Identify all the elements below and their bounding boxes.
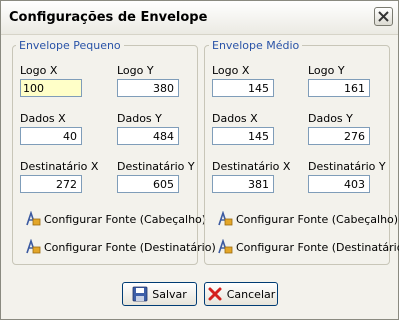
dados-x-label: Dados X (212, 112, 258, 125)
configure-recipient-font-label: Configurar Fonte (Destinatário) (44, 240, 216, 254)
group-title-medio: Envelope Médio (209, 39, 303, 52)
destinatario-y-input[interactable]: 605 (117, 175, 179, 193)
configure-recipient-font-label: Configurar Fonte (Destinatário) (236, 240, 399, 254)
logo-x-input[interactable]: 145 (212, 79, 274, 97)
cancel-label: Cancelar (226, 287, 276, 301)
window-title: Configurações de Envelope (9, 10, 208, 25)
destinatario-y-label: Destinatário Y (117, 160, 195, 173)
cancel-button[interactable]: Cancelar (204, 282, 278, 306)
logo-y-input[interactable]: 380 (117, 79, 179, 97)
font-config-icon (26, 239, 41, 254)
logo-x-label: Logo X (212, 64, 250, 77)
dados-y-label: Dados Y (117, 112, 162, 125)
group-title-pequeno: Envelope Pequeno (16, 39, 124, 52)
title-bar: Configurações de Envelope (1, 1, 398, 35)
dados-x-input[interactable]: 145 (212, 127, 274, 145)
font-config-icon (218, 239, 233, 254)
configure-header-font-label: Configurar Fonte (Cabeçalho) (236, 212, 399, 226)
dados-y-input[interactable]: 276 (308, 127, 370, 145)
logo-x-input[interactable]: 100 (20, 79, 82, 97)
destinatario-x-label: Destinatário X (212, 160, 291, 173)
dados-y-label: Dados Y (308, 112, 353, 125)
logo-y-input[interactable]: 161 (308, 79, 370, 97)
dados-y-input[interactable]: 484 (117, 127, 179, 145)
logo-x-label: Logo X (20, 64, 58, 77)
floppy-disk-icon (132, 286, 148, 302)
group-envelope-pequeno (12, 45, 198, 265)
close-x-icon (378, 11, 389, 22)
logo-y-label: Logo Y (308, 64, 345, 77)
dados-x-label: Dados X (20, 112, 66, 125)
logo-y-label: Logo Y (117, 64, 154, 77)
destinatario-x-input[interactable]: 272 (20, 175, 82, 193)
save-label: Salvar (152, 287, 187, 301)
destinatario-x-label: Destinatário X (20, 160, 99, 173)
configure-recipient-font-link[interactable]: Configurar Fonte (Destinatário) (217, 239, 399, 255)
font-config-icon (218, 211, 233, 226)
destinatario-x-input[interactable]: 381 (212, 175, 274, 193)
group-envelope-medio (204, 45, 390, 265)
red-x-icon (208, 287, 222, 301)
configure-recipient-font-link[interactable]: Configurar Fonte (Destinatário) (25, 239, 216, 255)
configure-header-font-link[interactable]: Configurar Fonte (Cabeçalho) (25, 211, 206, 227)
destinatario-y-label: Destinatário Y (308, 160, 386, 173)
close-button[interactable] (374, 7, 393, 26)
configure-header-font-label: Configurar Fonte (Cabeçalho) (44, 212, 207, 226)
font-config-icon (26, 211, 41, 226)
destinatario-y-input[interactable]: 403 (308, 175, 370, 193)
save-button[interactable]: Salvar (122, 282, 197, 306)
configure-header-font-link[interactable]: Configurar Fonte (Cabeçalho) (217, 211, 398, 227)
envelope-settings-dialog: Configurações de Envelope Envelope Peque… (0, 0, 399, 320)
dados-x-input[interactable]: 40 (20, 127, 82, 145)
